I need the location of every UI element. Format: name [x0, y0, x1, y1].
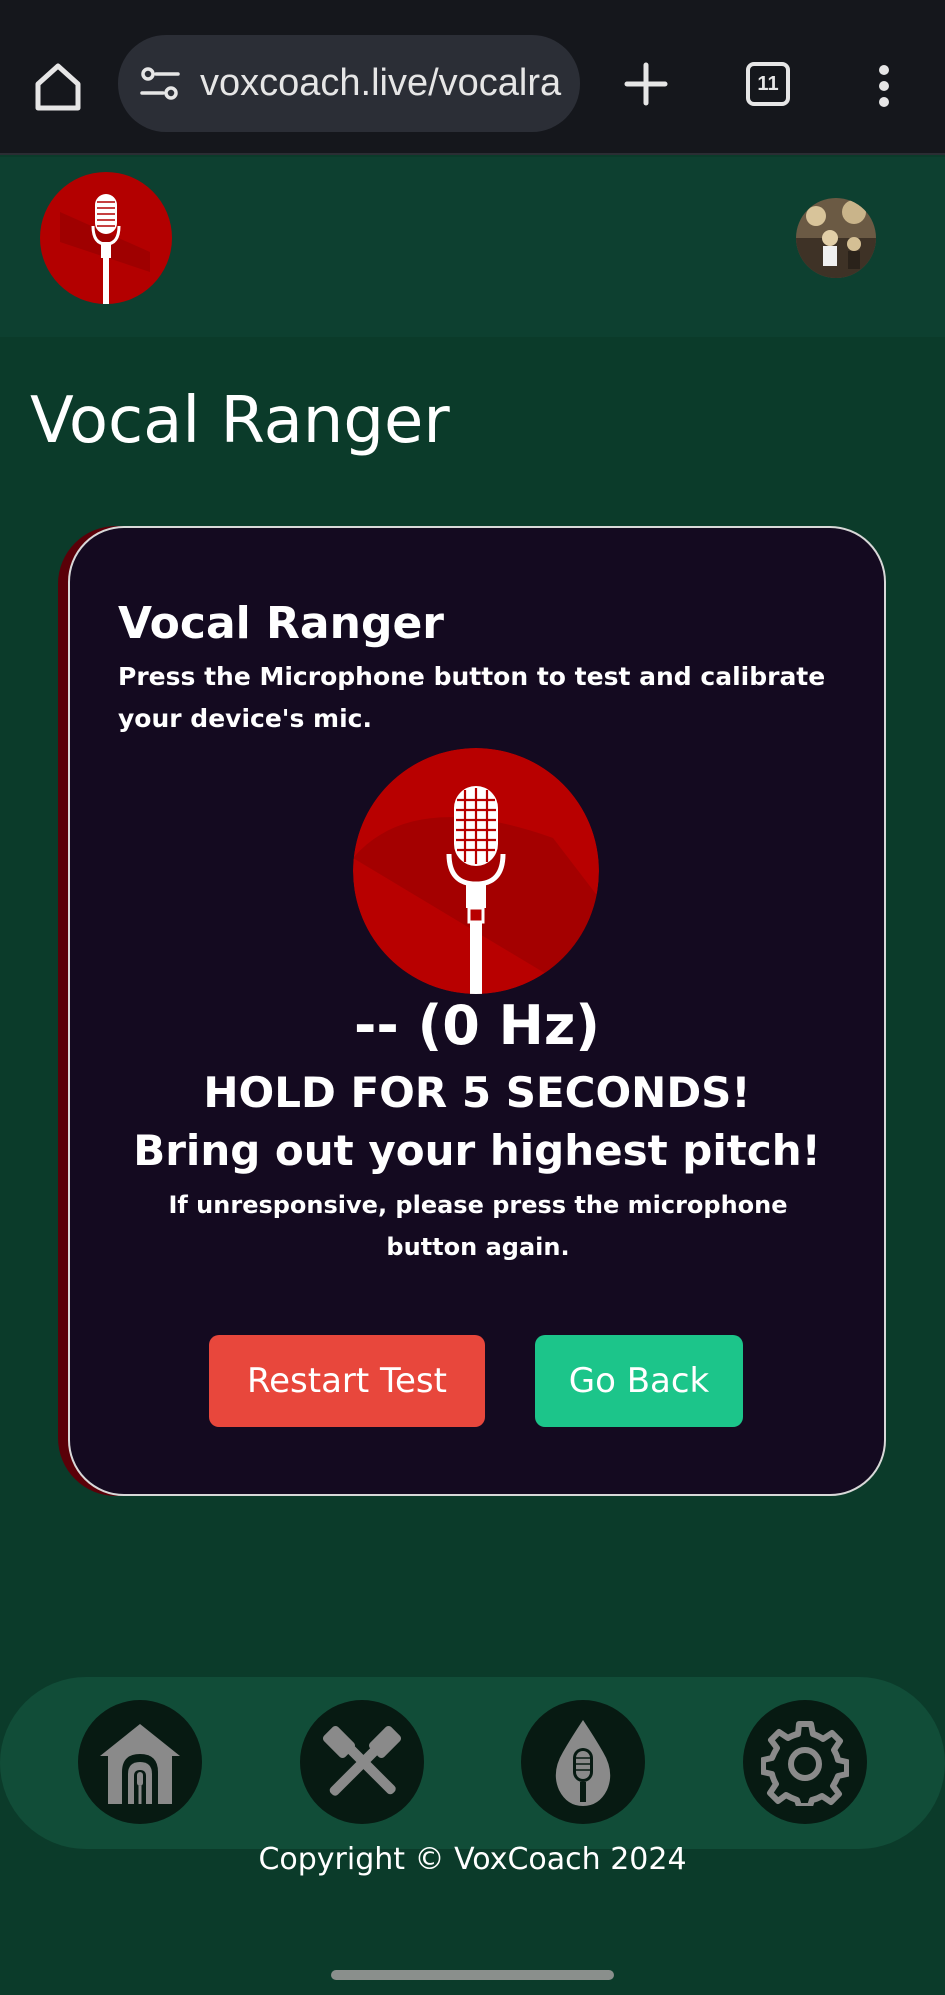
page-title: Vocal Ranger — [30, 384, 450, 458]
pitch-instruction: Bring out your highest pitch! — [133, 1126, 821, 1175]
tab-switcher-button[interactable]: 11 — [740, 56, 796, 112]
browser-menu-button[interactable] — [868, 58, 900, 114]
microphone-button[interactable] — [353, 748, 599, 994]
address-bar[interactable]: voxcoach.live/vocalra — [118, 35, 580, 132]
fire-mic-icon — [555, 1720, 611, 1806]
new-tab-button[interactable] — [616, 52, 676, 116]
tune-icon[interactable] — [138, 62, 182, 106]
nav-fire-button[interactable] — [521, 1700, 645, 1824]
tools-icon — [322, 1725, 402, 1796]
tab-count: 11 — [757, 72, 779, 95]
restart-test-button[interactable]: Restart Test — [209, 1335, 485, 1427]
more-vert-icon — [879, 65, 889, 107]
card-description: Press the Microphone button to test and … — [118, 662, 826, 733]
gesture-bar[interactable] — [331, 1970, 614, 1980]
go-back-button[interactable]: Go Back — [535, 1335, 743, 1427]
card-title: Vocal Ranger — [118, 598, 444, 649]
avatar[interactable] — [796, 198, 876, 278]
browser-home-button[interactable] — [26, 55, 90, 119]
microphone-logo-icon[interactable] — [40, 172, 172, 304]
nav-tools-button[interactable] — [300, 1700, 424, 1824]
hint-text: If unresponsive, please press the microp… — [168, 1191, 788, 1261]
tabs-icon: 11 — [746, 62, 790, 106]
frequency-readout: -- (0 Hz) — [354, 994, 600, 1057]
user-avatar — [796, 198, 876, 278]
plus-icon — [624, 62, 668, 106]
hold-instruction: HOLD FOR 5 SECONDS! — [203, 1068, 751, 1117]
nav-settings-button[interactable] — [743, 1700, 867, 1824]
settings-icon — [761, 1721, 849, 1806]
copyright-text: Copyright © VoxCoach 2024 — [258, 1842, 687, 1877]
home-icon — [35, 63, 81, 111]
url-text: voxcoach.live/vocalra — [200, 62, 562, 104]
home-icon — [100, 1724, 180, 1804]
nav-home-button[interactable] — [78, 1700, 202, 1824]
